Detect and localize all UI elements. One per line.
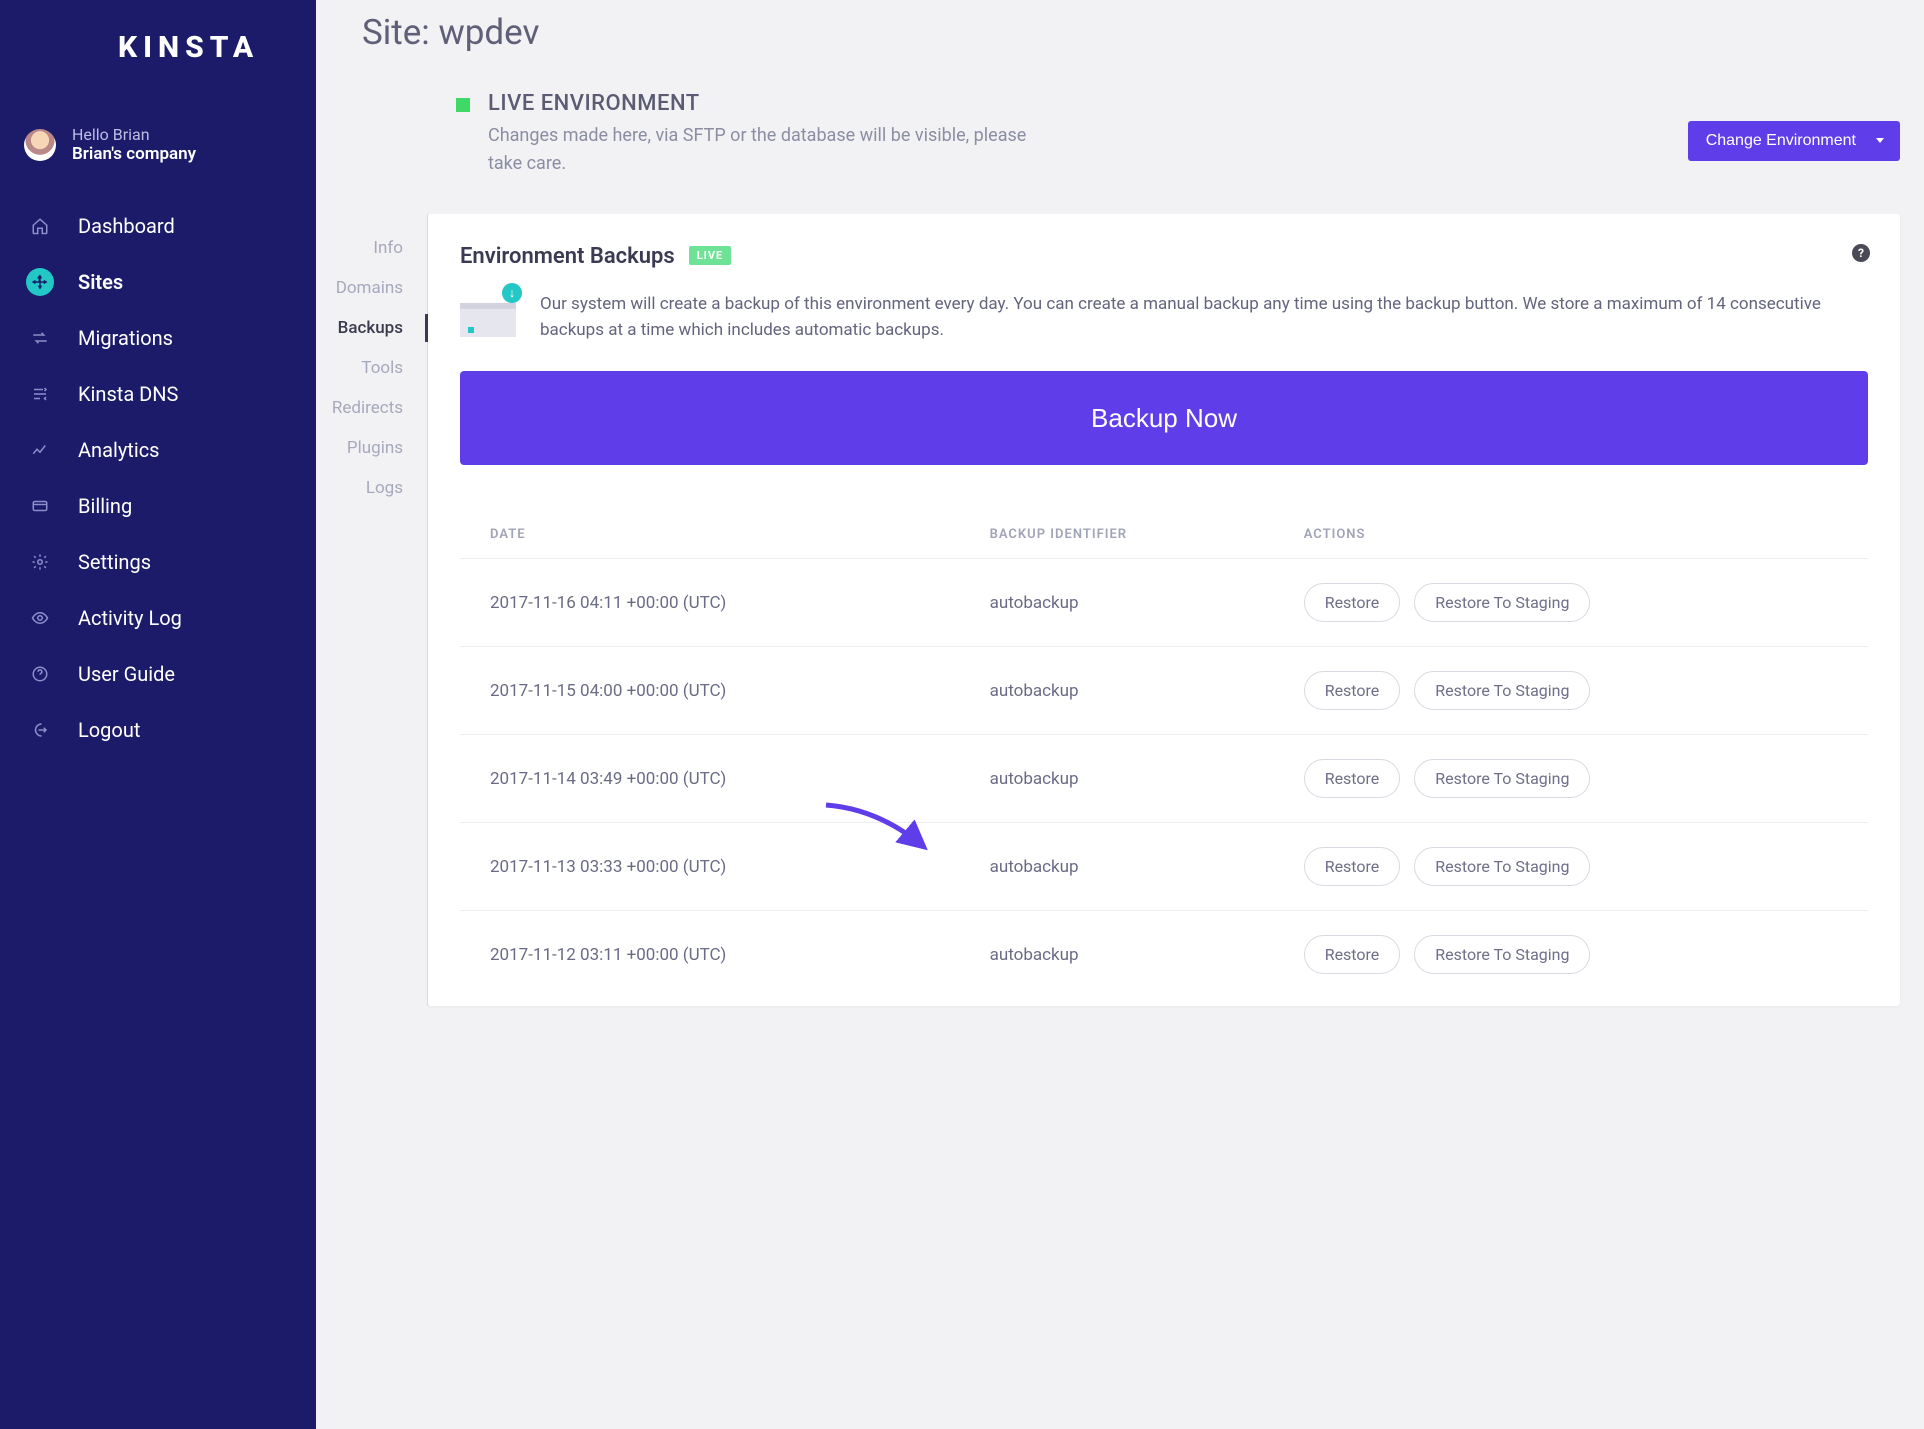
nav-sites[interactable]: Sites: [0, 254, 316, 310]
subnav-domains[interactable]: Domains: [316, 268, 427, 308]
backup-date: 2017-11-12 03:11 +00:00 (UTC): [460, 911, 960, 999]
restore-to-staging-button[interactable]: Restore To Staging: [1414, 583, 1590, 622]
table-row: 2017-11-15 04:00 +00:00 (UTC)autobackupR…: [460, 647, 1868, 735]
change-env-label: Change Environment: [1706, 132, 1856, 150]
backup-actions: Restore Restore To Staging: [1274, 735, 1868, 823]
environment-bar: LIVE ENVIRONMENT Changes made here, via …: [316, 91, 1912, 214]
backup-actions: Restore Restore To Staging: [1274, 647, 1868, 735]
backup-date: 2017-11-13 03:33 +00:00 (UTC): [460, 823, 960, 911]
restore-button[interactable]: Restore: [1304, 671, 1401, 710]
card-description: Our system will create a backup of this …: [540, 291, 1868, 344]
nav-label: Sites: [78, 270, 123, 294]
home-icon: [26, 212, 54, 240]
nav-label: Analytics: [78, 438, 160, 462]
change-environment-button[interactable]: Change Environment: [1688, 121, 1900, 161]
subnav-tools[interactable]: Tools: [316, 348, 427, 388]
analytics-icon: [26, 436, 54, 464]
live-indicator-icon: [456, 98, 470, 112]
backup-date: 2017-11-16 04:11 +00:00 (UTC): [460, 559, 960, 647]
nav-label: Activity Log: [78, 606, 182, 630]
nav-logout[interactable]: Logout: [0, 702, 316, 758]
nav-analytics[interactable]: Analytics: [0, 422, 316, 478]
subnav-plugins[interactable]: Plugins: [316, 428, 427, 468]
backup-actions: Restore Restore To Staging: [1274, 823, 1868, 911]
user-block[interactable]: Hello Brian Brian's company: [0, 85, 316, 198]
table-row: 2017-11-16 04:11 +00:00 (UTC)autobackupR…: [460, 559, 1868, 647]
hello-user: Hello Brian: [72, 125, 196, 144]
page-title: Site: wpdev: [316, 0, 1924, 91]
eye-icon: [26, 604, 54, 632]
backups-card: Environment Backups LIVE ? ↓ Our system …: [428, 214, 1900, 1007]
backup-identifier: autobackup: [960, 559, 1274, 647]
environment-heading: LIVE ENVIRONMENT: [488, 91, 1048, 116]
logout-icon: [26, 716, 54, 744]
nav-label: Kinsta DNS: [78, 382, 178, 406]
site-subnav: Info Domains Backups Tools Redirects Plu…: [316, 214, 428, 1007]
card-help-icon[interactable]: ?: [1852, 244, 1870, 262]
card-title: Environment Backups: [460, 244, 675, 269]
backup-identifier: autobackup: [960, 735, 1274, 823]
brand-logo: KINSTA: [0, 10, 316, 85]
company-name: Brian's company: [72, 144, 196, 164]
environment-description: Changes made here, via SFTP or the datab…: [488, 122, 1048, 178]
backup-identifier: autobackup: [960, 911, 1274, 999]
migrations-icon: [26, 324, 54, 352]
subnav-redirects[interactable]: Redirects: [316, 388, 427, 428]
help-icon: [26, 660, 54, 688]
billing-icon: [26, 492, 54, 520]
table-row: 2017-11-13 03:33 +00:00 (UTC)autobackupR…: [460, 823, 1868, 911]
subnav-logs[interactable]: Logs: [316, 468, 427, 508]
nav-label: Billing: [78, 494, 132, 518]
nav-label: Dashboard: [78, 214, 175, 238]
restore-to-staging-button[interactable]: Restore To Staging: [1414, 671, 1590, 710]
brand-text: KINSTA: [118, 30, 259, 65]
restore-button[interactable]: Restore: [1304, 935, 1401, 974]
dns-icon: [26, 380, 54, 408]
server-icon: ↓: [460, 291, 516, 337]
nav-dashboard[interactable]: Dashboard: [0, 198, 316, 254]
col-identifier: BACKUP IDENTIFIER: [960, 515, 1274, 559]
col-date: DATE: [460, 515, 960, 559]
nav-migrations[interactable]: Migrations: [0, 310, 316, 366]
nav-activity-log[interactable]: Activity Log: [0, 590, 316, 646]
backup-actions: Restore Restore To Staging: [1274, 559, 1868, 647]
backup-date: 2017-11-15 04:00 +00:00 (UTC): [460, 647, 960, 735]
nav-label: Settings: [78, 550, 151, 574]
restore-to-staging-button[interactable]: Restore To Staging: [1414, 935, 1590, 974]
sites-icon: [26, 268, 54, 296]
backup-actions: Restore Restore To Staging: [1274, 911, 1868, 999]
restore-button[interactable]: Restore: [1304, 583, 1401, 622]
nav-label: Migrations: [78, 326, 173, 350]
primary-nav: Dashboard Sites Migrations Kinsta DNS An…: [0, 198, 316, 758]
subnav-backups[interactable]: Backups: [316, 308, 427, 348]
restore-button[interactable]: Restore: [1304, 847, 1401, 886]
nav-user-guide[interactable]: User Guide: [0, 646, 316, 702]
backup-date: 2017-11-14 03:49 +00:00 (UTC): [460, 735, 960, 823]
col-actions: ACTIONS: [1274, 515, 1868, 559]
gear-icon: [26, 548, 54, 576]
backup-now-button[interactable]: Backup Now: [460, 371, 1868, 465]
backup-identifier: autobackup: [960, 647, 1274, 735]
avatar: [24, 129, 56, 161]
live-badge: LIVE: [689, 246, 732, 265]
nav-settings[interactable]: Settings: [0, 534, 316, 590]
restore-to-staging-button[interactable]: Restore To Staging: [1414, 759, 1590, 798]
main: Site: wpdev LIVE ENVIRONMENT Changes mad…: [316, 0, 1924, 1429]
table-row: 2017-11-14 03:49 +00:00 (UTC)autobackupR…: [460, 735, 1868, 823]
nav-dns[interactable]: Kinsta DNS: [0, 366, 316, 422]
backups-table: DATE BACKUP IDENTIFIER ACTIONS 2017-11-1…: [460, 515, 1868, 998]
table-row: 2017-11-12 03:11 +00:00 (UTC)autobackupR…: [460, 911, 1868, 999]
download-icon: ↓: [502, 283, 522, 303]
nav-billing[interactable]: Billing: [0, 478, 316, 534]
sidebar: KINSTA Hello Brian Brian's company Dashb…: [0, 0, 316, 1429]
nav-label: Logout: [78, 718, 140, 742]
nav-label: User Guide: [78, 662, 175, 686]
subnav-info[interactable]: Info: [316, 228, 427, 268]
restore-button[interactable]: Restore: [1304, 759, 1401, 798]
backup-identifier: autobackup: [960, 823, 1274, 911]
restore-to-staging-button[interactable]: Restore To Staging: [1414, 847, 1590, 886]
